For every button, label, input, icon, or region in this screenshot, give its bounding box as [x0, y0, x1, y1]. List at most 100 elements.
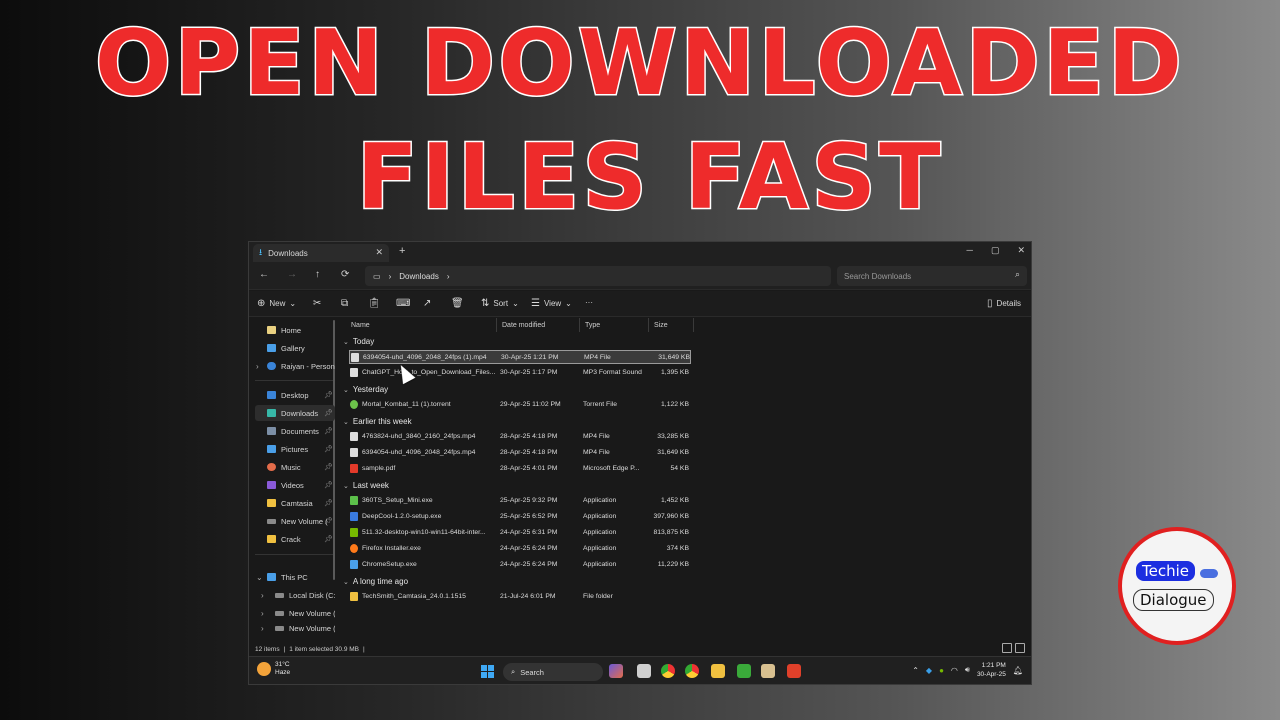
group-last-week[interactable]: ⌄ Last week [343, 481, 389, 490]
sidebar-item-local-disk[interactable]: › Local Disk (C:) [255, 587, 335, 603]
tab-close-icon[interactable]: ✕ [375, 247, 383, 258]
file-row[interactable]: ChromeSetup.exe 24-Apr-25 6:24 PM Applicat… [349, 558, 691, 572]
copilot-icon[interactable] [609, 664, 623, 678]
file-row[interactable]: sample.pdf 28-Apr-25 4:01 PM Microsoft Edg… [349, 462, 691, 476]
column-header-size[interactable]: Size [650, 318, 694, 332]
status-bar: 12 items | 1 item selected 30.9 MB | [249, 642, 1031, 656]
sort-button[interactable]: ⇅ Sort ⌄ [481, 298, 519, 309]
sidebar-item-home[interactable]: Home [255, 322, 335, 338]
sidebar-item-onedrive[interactable]: › Raiyan - Personal [255, 358, 335, 374]
sidebar-item-camtasia[interactable]: Camtasia 📌︎ [255, 495, 335, 511]
details-pane-icon: ▯ [987, 298, 993, 309]
file-row[interactable]: 6394054-uhd_4096_2048_24fps.mp4 28-Apr-25… [349, 446, 691, 460]
sidebar-item-new-volume-3[interactable]: › New Volume (I [255, 623, 335, 633]
chrome-icon[interactable] [661, 664, 675, 678]
file-name: TechSmith_Camtasia_24.0.1.1515 [362, 593, 466, 600]
search-icon: ⌕ [1014, 269, 1020, 279]
recorder-icon[interactable] [787, 664, 801, 678]
tray-app-icon[interactable]: ◆ [926, 666, 932, 675]
new-tab-button[interactable]: + [399, 245, 405, 257]
file-row[interactable]: DeepCool-1.2.0-setup.exe 25-Apr-25 6:52 P… [349, 510, 691, 524]
chevron-down-icon[interactable]: ⌄ [256, 573, 263, 582]
breadcrumb-downloads[interactable]: Downloads [399, 272, 439, 281]
file-row[interactable]: 4763824-uhd_3840_2160_24fps.mp4 28-Apr-25… [349, 430, 691, 444]
refresh-icon[interactable]: ⟳ [341, 269, 349, 280]
paste-icon[interactable]: 📋︎ [368, 298, 381, 309]
sidebar-item-music[interactable]: Music 📌︎ [255, 459, 335, 475]
notification-icon[interactable]: 🔔︎ [1013, 666, 1023, 675]
chrome-profile-icon[interactable] [685, 664, 699, 678]
column-header-date[interactable]: Date modified [498, 318, 580, 332]
sidebar-item-this-pc[interactable]: ⌄ This PC [255, 569, 335, 585]
chevron-right-icon[interactable]: › [261, 624, 264, 633]
forward-icon[interactable]: → [287, 269, 297, 280]
group-a-long-time-ago[interactable]: ⌄ A long time ago [343, 577, 408, 586]
up-icon[interactable]: ↑ [315, 269, 320, 280]
rename-icon[interactable]: ⌨︎ [396, 298, 410, 309]
sidebar-item-documents[interactable]: Documents 📌︎ [255, 423, 335, 439]
more-options-button[interactable]: ··· [585, 298, 593, 307]
cut-icon[interactable]: ✂ [313, 298, 321, 309]
file-row[interactable]: TechSmith_Camtasia_24.0.1.1515 21-Jul-24 … [349, 590, 691, 604]
navigation-pane: Home Gallery › Raiyan - Personal Desktop 📌… [249, 318, 337, 656]
column-header-name[interactable]: Name [347, 318, 497, 332]
volume-icon[interactable]: 🔊︎ [965, 665, 970, 675]
clock[interactable]: 1:21 PM 30-Apr-25 [977, 661, 1006, 679]
wifi-icon[interactable]: ◠ [951, 666, 958, 675]
group-yesterday[interactable]: ⌄ Yesterday [343, 385, 388, 394]
details-view-icon[interactable] [1002, 643, 1012, 653]
pin-icon: 📌︎ [324, 482, 333, 489]
tab-downloads[interactable]: ⭳ Downloads ✕ [253, 244, 389, 262]
group-today[interactable]: ⌄ Today [343, 337, 374, 346]
view-button[interactable]: ☰ View ⌄ [531, 298, 572, 309]
sidebar-item-videos[interactable]: Videos 📌︎ [255, 477, 335, 493]
details-button[interactable]: ▯ Details [987, 298, 1021, 309]
chevron-up-icon[interactable]: ⌃ [912, 666, 919, 675]
tray-app-icon[interactable]: ● [939, 666, 944, 675]
task-view-icon[interactable] [637, 664, 651, 678]
sidebar-item-desktop[interactable]: Desktop 📌︎ [255, 387, 335, 403]
close-window-icon[interactable]: ✕ [1017, 245, 1025, 256]
chevron-right-icon[interactable]: › [261, 609, 264, 618]
sort-icon: ⇅ [481, 298, 490, 309]
chevron-right-icon[interactable]: › [256, 362, 259, 371]
media-app-icon[interactable] [761, 664, 775, 678]
share-icon[interactable]: ↗ [423, 298, 431, 309]
chevron-right-icon[interactable]: › [261, 591, 264, 600]
navigation-bar: ← → ↑ ⟳ ▭ › Downloads › Search Downloads… [249, 262, 1031, 290]
maximize-icon[interactable]: ▢ [991, 245, 1000, 256]
tiles-view-icon[interactable] [1015, 643, 1025, 653]
column-header-type[interactable]: Type [581, 318, 649, 332]
file-row[interactable]: 6394054-uhd_4096_2048_24fps (1).mp4 30-Ap… [349, 350, 691, 364]
back-icon[interactable]: ← [259, 269, 269, 280]
sidebar-item-downloads[interactable]: Downloads 📌︎ [255, 405, 335, 421]
file-row[interactable]: 360TS_Setup_Mini.exe 25-Apr-25 9:32 PM App… [349, 494, 691, 508]
search-input[interactable]: Search Downloads ⌕ [837, 266, 1027, 286]
sidebar-item-crack[interactable]: Crack 📌︎ [255, 531, 335, 547]
sidebar-item-pictures[interactable]: Pictures 📌︎ [255, 441, 335, 457]
group-earlier-this-week[interactable]: ⌄ Earlier this week [343, 417, 412, 426]
chevron-down-icon: ⌄ [343, 418, 349, 426]
sort-label: Sort [493, 299, 509, 308]
sidebar-item-gallery[interactable]: Gallery [255, 340, 335, 356]
sidebar-item-label: Desktop [281, 390, 309, 400]
file-row[interactable]: Firefox Installer.exe 24-Apr-25 6:24 PM Ap… [349, 542, 691, 556]
file-row[interactable]: Mortal_Kombat_11 (1).torrent 29-Apr-25 11… [349, 398, 691, 412]
minimize-icon[interactable]: ─ [967, 245, 973, 256]
search-placeholder: Search Downloads [844, 271, 912, 281]
sidebar-item-new-volume-2[interactable]: › New Volume (I [255, 605, 335, 621]
address-bar[interactable]: ▭ › Downloads › [365, 266, 831, 286]
weather-widget[interactable]: 31°C Haze [257, 661, 290, 677]
new-button[interactable]: ⊕ New ⌄ [257, 298, 296, 309]
sidebar-item-label: New Volume (I [289, 608, 335, 618]
copy-icon[interactable]: ⧉ [341, 298, 348, 309]
file-size: 11,229 KB [657, 561, 689, 568]
start-button[interactable] [481, 665, 494, 678]
delete-icon[interactable]: 🗑︎ [451, 298, 464, 309]
file-date: 28-Apr-25 4:18 PM [500, 449, 558, 456]
taskbar-search[interactable]: ⌕ Search [503, 663, 603, 681]
camtasia-icon[interactable] [737, 664, 751, 678]
sidebar-item-new-volume[interactable]: New Volume (📌︎ [255, 513, 335, 529]
file-row[interactable]: 511.32-desktop-win10-win11-64bit-inter..… [349, 526, 691, 540]
file-explorer-icon[interactable] [711, 664, 725, 678]
